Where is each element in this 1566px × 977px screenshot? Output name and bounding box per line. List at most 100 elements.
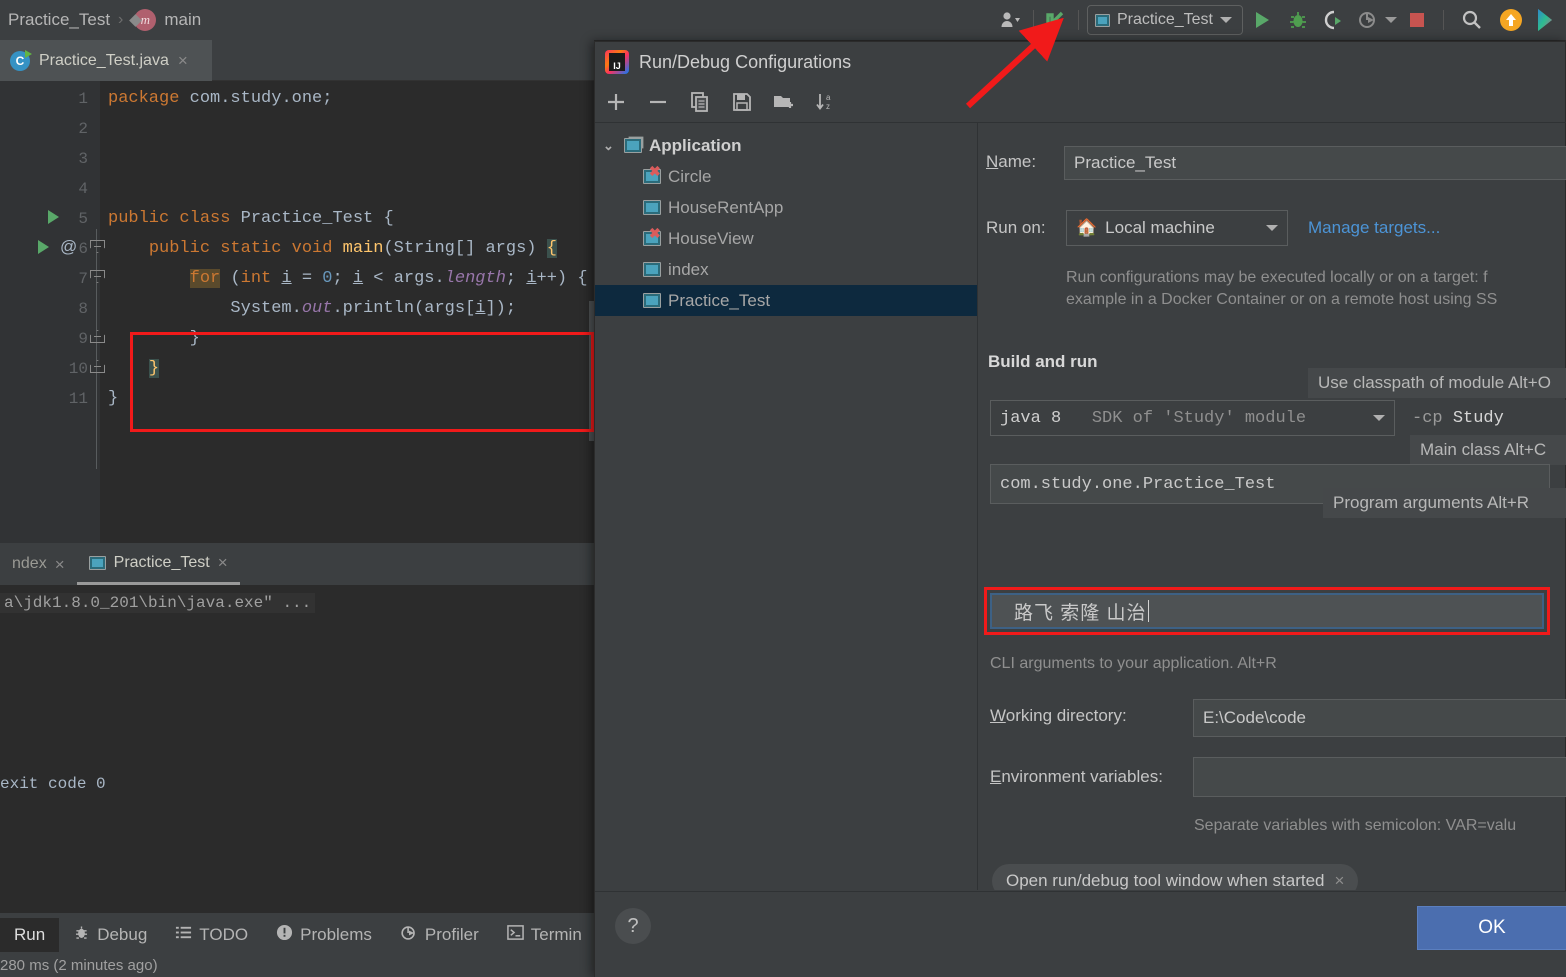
configuration-tree[interactable]: ⌄ Application ✖ Circle HouseRentApp ✖ Ho… [595, 124, 977, 890]
toolwindow-button-todo[interactable]: TODO [161, 918, 262, 952]
close-icon[interactable]: × [218, 554, 228, 571]
java-class-icon [10, 49, 32, 71]
run-configuration-selector[interactable]: Practice_Test [1086, 5, 1243, 35]
chevron-down-icon[interactable] [1373, 415, 1385, 421]
run-console[interactable]: a\jdk1.8.0_201\bin\java.exe" ... exit co… [0, 585, 594, 913]
line-number: 2 [78, 120, 88, 138]
profiler-dropdown-icon[interactable] [1385, 17, 1397, 23]
text-caret [1147, 600, 1149, 622]
run-debug-configurations-dialog[interactable]: Run/Debug Configurations [594, 41, 1566, 977]
add-configuration-button[interactable] [595, 82, 637, 122]
tree-item-houserentapp[interactable]: HouseRentApp [595, 192, 977, 223]
build-and-run-title: Build and run [988, 352, 1098, 371]
chevron-down-icon[interactable]: ⌄ [603, 138, 617, 154]
navbar-divider-1 [1032, 10, 1034, 30]
update-project-icon[interactable] [1042, 7, 1070, 33]
program-arguments-field[interactable]: 路飞 索隆 山治 [990, 593, 1544, 629]
code-editor[interactable]: 1 2 3 4 5 6 7 8 9 10 11 @ package com.st… [0, 81, 594, 543]
run-tab-practice-test[interactable]: Practice_Test × [76, 543, 240, 585]
toolwindow-button-run[interactable]: Run [0, 918, 60, 952]
code-text[interactable]: package com.study.one; public class Prac… [100, 81, 588, 408]
tree-item-label: Practice_Test [668, 290, 771, 310]
tree-group-application[interactable]: ⌄ Application [595, 130, 977, 161]
modify-options-chip[interactable]: Open run/debug tool window when started … [992, 864, 1359, 890]
profiler-icon [400, 924, 418, 947]
ok-button[interactable]: OK [1417, 906, 1566, 950]
jre-sdk-combo[interactable]: java 8 SDK of 'Study' module [990, 400, 1395, 436]
search-everywhere-icon[interactable] [1452, 8, 1492, 32]
copy-configuration-button[interactable] [679, 82, 721, 122]
gutter-run-method-icon[interactable] [38, 240, 49, 254]
sdk-value-bold: java 8 [1000, 408, 1062, 428]
toolwindow-button-debug[interactable]: Debug [59, 918, 161, 952]
toolwindow-button-profiler[interactable]: Profiler [386, 918, 493, 952]
close-icon[interactable]: × [1334, 871, 1344, 890]
run-window-tabs: ndex × Practice_Test × [0, 543, 594, 585]
line-number: 10 [68, 360, 88, 378]
notifications-icon[interactable] [1494, 7, 1528, 33]
configuration-form: Name: Practice_Test Run on: 🏠 Local mach… [978, 124, 1566, 890]
debug-icon[interactable] [1281, 9, 1315, 31]
run-icon[interactable] [1245, 9, 1279, 31]
gutter-override-icon[interactable]: @ [60, 237, 77, 257]
line-number: 5 [78, 210, 88, 228]
fold-guide-line [96, 229, 97, 469]
toolwindow-label: Run [14, 925, 46, 944]
run-with-coverage-icon[interactable] [1317, 9, 1351, 31]
editor-tab-label: Practice_Test.java [39, 51, 169, 69]
close-icon[interactable]: × [178, 52, 188, 69]
chevron-down-icon [1220, 17, 1232, 23]
sort-az-icon[interactable]: a z [805, 82, 847, 122]
chevron-down-icon[interactable] [1266, 225, 1278, 231]
editor-tab-practice-test[interactable]: Practice_Test.java × [0, 40, 212, 81]
toolwindow-button-terminal[interactable]: Termin [493, 918, 596, 952]
main-class-value: com.study.one.Practice_Test [1000, 474, 1276, 494]
problems-warning-icon [276, 924, 293, 946]
tree-item-practice-test[interactable]: Practice_Test [595, 285, 977, 316]
manage-targets-link[interactable]: Manage targets... [1308, 218, 1440, 238]
navbar-divider-3 [1443, 10, 1444, 30]
working-directory-field[interactable]: E:\Code\code [1193, 699, 1566, 737]
toolwindow-label: Debug [97, 925, 148, 944]
navbar-actions: Practice_Test [999, 0, 1566, 40]
name-field[interactable]: Practice_Test [1064, 146, 1566, 180]
console-exit-line: exit code 0 [0, 775, 106, 793]
remove-configuration-button[interactable] [637, 82, 679, 122]
toolwindow-button-problems[interactable]: Problems [262, 918, 386, 952]
run-tab-index[interactable]: ndex × [0, 543, 77, 585]
line-number: 6 [78, 240, 88, 258]
save-configuration-button[interactable] [721, 82, 763, 122]
tree-item-label: Circle [668, 166, 712, 186]
tree-group-label: Application [649, 135, 742, 155]
breadcrumb-item-method[interactable]: main [164, 10, 201, 30]
user-avatar-icon[interactable] [999, 9, 1025, 31]
help-button[interactable]: ? [615, 908, 651, 944]
editor-gutter[interactable]: 1 2 3 4 5 6 7 8 9 10 11 @ [0, 81, 100, 543]
toolwindow-label: Problems [300, 925, 372, 944]
stop-icon[interactable] [1399, 10, 1435, 30]
status-build-time: 280 ms (2 minutes ago) [0, 957, 158, 974]
run-on-combo[interactable]: 🏠 Local machine [1066, 210, 1288, 246]
environment-variables-field[interactable] [1193, 757, 1566, 797]
classpath-prefix: -cp [1412, 408, 1443, 428]
dialog-title-bar: Run/Debug Configurations [595, 42, 1565, 82]
application-icon [88, 555, 106, 570]
profiler-icon[interactable] [1353, 9, 1383, 31]
tree-item-circle[interactable]: ✖ Circle [595, 161, 977, 192]
tree-item-houseview[interactable]: ✖ HouseView [595, 223, 977, 254]
main-class-tooltip: Main class Alt+C [1410, 435, 1566, 465]
tree-item-index[interactable]: index [595, 254, 977, 285]
working-directory-label: Working directory: [990, 706, 1127, 725]
close-icon[interactable]: × [55, 556, 65, 573]
top-navbar: Practice_Test › m main Practice_Test [0, 0, 1566, 40]
application-icon: ✖ [643, 225, 661, 246]
classpath-module-field[interactable]: -cp Study [1403, 400, 1566, 436]
line-number: 4 [78, 180, 88, 198]
ide-help-icon[interactable] [1530, 7, 1560, 33]
breadcrumb-item-project[interactable]: Practice_Test [8, 10, 110, 30]
dialog-title: Run/Debug Configurations [639, 51, 852, 72]
todo-list-icon [175, 924, 192, 946]
toolwindow-label: Profiler [424, 925, 479, 944]
gutter-run-class-icon[interactable] [48, 210, 59, 224]
new-folder-icon[interactable] [763, 82, 805, 122]
